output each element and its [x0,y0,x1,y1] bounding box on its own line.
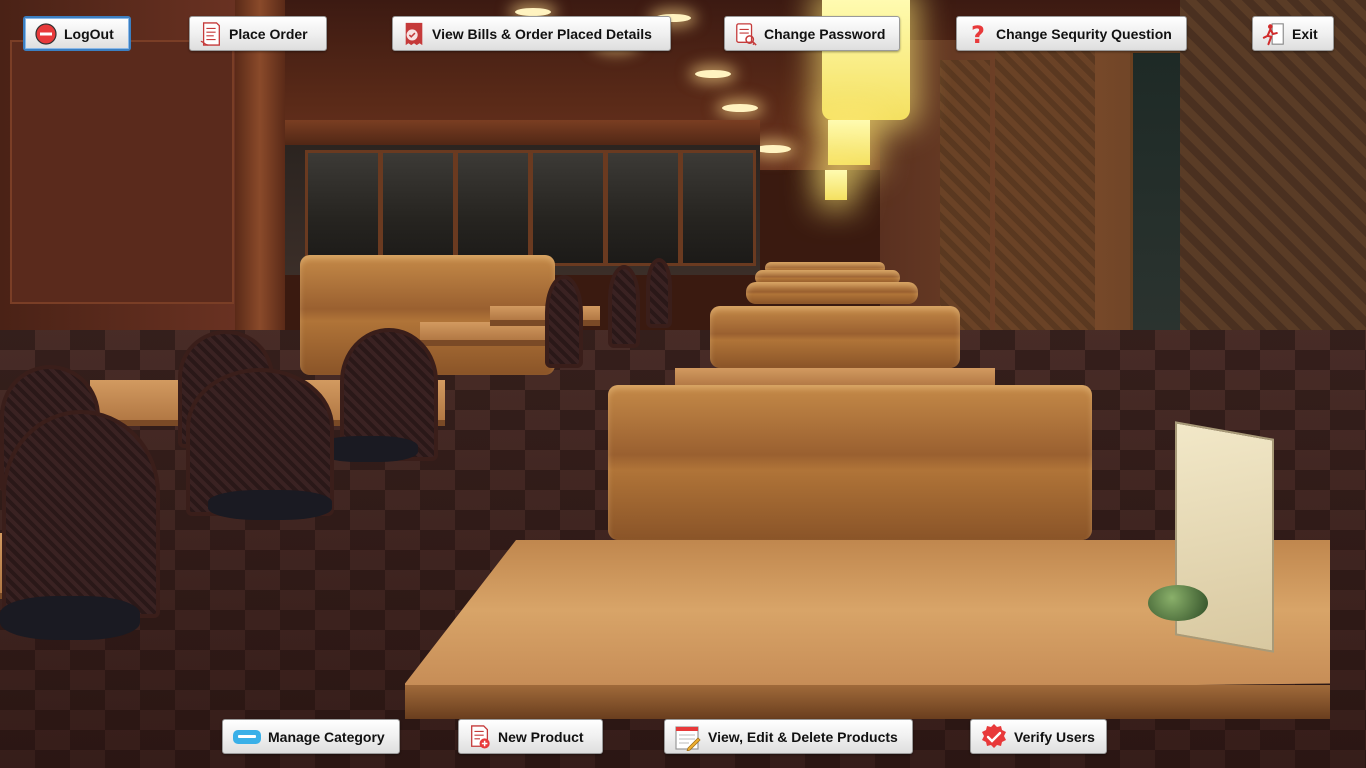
verify-users-label: Verify Users [1014,728,1095,745]
change-password-button[interactable]: Change Password [724,16,900,51]
place-order-label: Place Order [229,25,308,42]
ceiling-light [695,70,731,78]
change-security-question-button[interactable]: ? Change Sequrity Question [956,16,1187,51]
manage-category-label: Manage Category [268,728,385,745]
chair-seat [0,596,140,640]
service-bell [1148,585,1208,621]
new-product-button[interactable]: New Product [458,719,603,754]
window [380,150,456,266]
window [680,150,756,266]
add-document-icon [468,724,492,750]
wall-panel [995,50,1095,330]
booth-seat [746,282,918,304]
ceiling-beam [280,120,760,148]
chair [2,410,160,618]
verify-users-button[interactable]: Verify Users [970,719,1107,754]
chair-seat [208,490,332,520]
window [530,150,606,266]
ceiling-light [722,104,758,112]
exit-button[interactable]: Exit [1252,16,1334,51]
keyboard-icon [232,724,262,750]
booth-seat [608,385,1092,540]
chair [608,265,640,348]
view-edit-delete-products-button[interactable]: View, Edit & Delete Products [664,719,913,754]
foreground-table-edge [405,685,1330,719]
new-product-label: New Product [498,728,584,745]
ceiling-light [515,8,551,16]
bill-icon [402,21,426,47]
window [605,150,681,266]
window [455,150,531,266]
restaurant-background [0,0,1366,768]
change-security-question-label: Change Sequrity Question [996,25,1172,42]
wall-panel [10,40,234,304]
view-bills-label: View Bills & Order Placed Details [432,25,652,42]
manage-category-button[interactable]: Manage Category [222,719,400,754]
exit-label: Exit [1292,25,1318,42]
view-edit-delete-products-label: View, Edit & Delete Products [708,728,898,745]
lock-key-icon [734,21,758,47]
pendant-lamp [828,120,870,165]
logout-label: LogOut [64,25,114,42]
window [305,150,381,266]
svg-text:?: ? [971,21,985,48]
chair [545,275,583,368]
place-order-button[interactable]: Place Order [189,16,327,51]
wall-panel [940,60,990,330]
power-icon [34,21,58,47]
window [1130,50,1186,356]
view-bills-button[interactable]: View Bills & Order Placed Details [392,16,671,51]
logout-button[interactable]: LogOut [23,16,131,51]
change-password-label: Change Password [764,25,886,42]
receipt-icon [199,21,223,47]
question-icon: ? [966,21,990,48]
edit-notepad-icon [674,724,702,751]
ceiling-light [755,145,791,153]
booth-seat [710,306,960,368]
check-badge-icon [980,723,1008,750]
exit-door-icon [1262,21,1286,47]
chair [646,258,672,328]
pendant-lamp [825,170,847,200]
